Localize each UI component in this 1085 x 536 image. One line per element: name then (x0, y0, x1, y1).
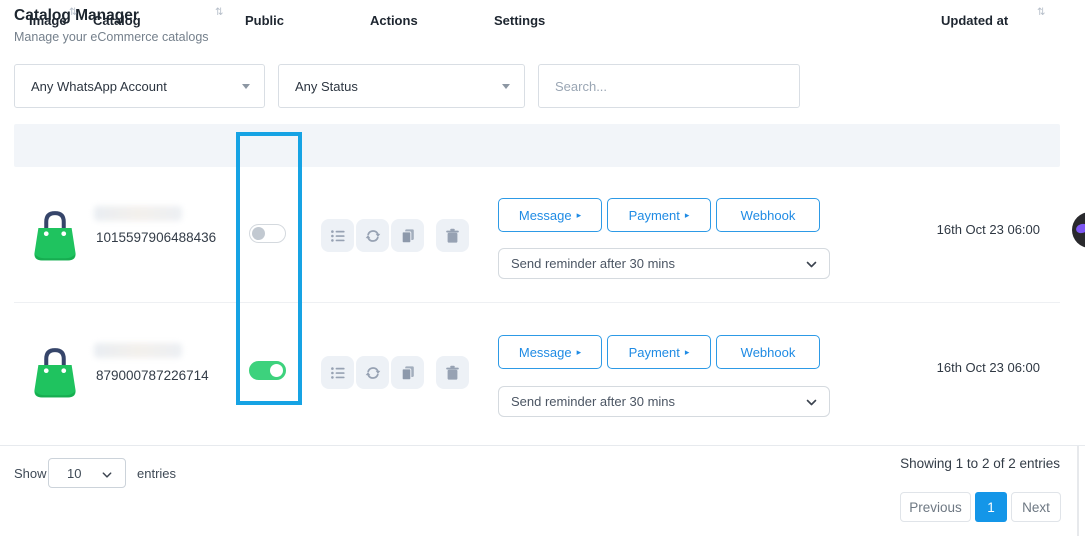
reminder-value: Send reminder after 30 mins (511, 394, 675, 409)
scrollbar-thumb[interactable] (1077, 446, 1079, 536)
chevron-down-icon (805, 396, 818, 409)
catalog-image-bag-icon (32, 344, 78, 400)
page-size-select[interactable]: 10 (48, 458, 126, 488)
status-value: Any Status (295, 79, 358, 94)
delete-button[interactable] (436, 356, 469, 389)
catalog-image-bag-icon (32, 207, 78, 263)
copy-icon (400, 228, 416, 244)
chevron-down-icon (805, 258, 818, 271)
table-header (14, 124, 1060, 167)
public-column-highlight (236, 132, 302, 405)
column-header-image[interactable]: Image (29, 13, 67, 28)
chevron-down-icon (101, 469, 113, 481)
row-divider (14, 302, 1060, 303)
page-size-value: 10 (67, 466, 81, 481)
caret-right-icon: ▸ (685, 211, 690, 220)
sort-icon[interactable]: ⇅ (69, 7, 77, 18)
button-label: Message (519, 208, 572, 223)
reminder-select[interactable]: Send reminder after 30 mins (498, 386, 830, 417)
column-header-actions: Actions (370, 13, 418, 28)
copy-icon (400, 365, 416, 381)
duplicate-button[interactable] (391, 219, 424, 252)
next-page-button[interactable]: Next (1011, 492, 1061, 522)
catalog-id: 1015597906488436 (96, 230, 216, 245)
whatsapp-account-value: Any WhatsApp Account (31, 79, 167, 94)
entries-label: entries (137, 466, 176, 481)
list-icon (330, 365, 346, 381)
table-bottom-divider (0, 445, 1085, 446)
caret-right-icon: ▸ (685, 348, 690, 357)
payment-settings-button[interactable]: Payment ▸ (607, 198, 711, 232)
catalog-name-redacted (94, 343, 182, 358)
caret-right-icon: ▸ (577, 211, 582, 220)
whatsapp-account-select[interactable]: Any WhatsApp Account (14, 64, 265, 108)
page-subtitle: Manage your eCommerce catalogs (14, 30, 209, 44)
reminder-value: Send reminder after 30 mins (511, 256, 675, 271)
catalog-items-button[interactable] (321, 219, 354, 252)
sync-icon (365, 228, 381, 244)
webhook-settings-button[interactable]: Webhook (716, 335, 820, 369)
previous-page-button[interactable]: Previous (900, 492, 971, 522)
delete-button[interactable] (436, 219, 469, 252)
webhook-settings-button[interactable]: Webhook (716, 198, 820, 232)
floating-widget-button[interactable] (1072, 212, 1085, 248)
catalog-name-redacted (94, 206, 182, 221)
widget-logo-icon (1075, 222, 1085, 234)
status-select[interactable]: Any Status (278, 64, 525, 108)
sync-button[interactable] (356, 356, 389, 389)
current-page-button[interactable]: 1 (975, 492, 1007, 522)
updated-at: 16th Oct 23 06:00 (937, 222, 1040, 237)
sort-icon[interactable]: ⇅ (215, 7, 223, 18)
catalog-manager-page: Catalog Manager Manage your eCommerce ca… (0, 0, 1085, 536)
caret-right-icon: ▸ (577, 348, 582, 357)
column-header-catalog[interactable]: Catalog (93, 13, 141, 28)
list-icon (330, 228, 346, 244)
column-header-updated-at[interactable]: Updated at (941, 13, 1008, 28)
catalog-id: 879000787226714 (96, 368, 209, 383)
column-header-settings: Settings (494, 13, 545, 28)
button-label: Webhook (741, 208, 796, 223)
button-label: Webhook (741, 345, 796, 360)
duplicate-button[interactable] (391, 356, 424, 389)
reminder-select[interactable]: Send reminder after 30 mins (498, 248, 830, 279)
button-label: Payment (629, 345, 680, 360)
trash-icon (445, 365, 460, 381)
message-settings-button[interactable]: Message ▸ (498, 335, 602, 369)
sort-icon[interactable]: ⇅ (1037, 7, 1045, 18)
sync-button[interactable] (356, 219, 389, 252)
column-header-public[interactable]: Public (245, 13, 284, 28)
updated-at: 16th Oct 23 06:00 (937, 360, 1040, 375)
search-input[interactable] (538, 64, 800, 108)
caret-down-icon (502, 84, 510, 89)
payment-settings-button[interactable]: Payment ▸ (607, 335, 711, 369)
caret-down-icon (242, 84, 250, 89)
show-label: Show (14, 466, 47, 481)
button-label: Payment (629, 208, 680, 223)
catalog-items-button[interactable] (321, 356, 354, 389)
trash-icon (445, 228, 460, 244)
message-settings-button[interactable]: Message ▸ (498, 198, 602, 232)
sync-icon (365, 365, 381, 381)
entries-summary: Showing 1 to 2 of 2 entries (900, 456, 1060, 471)
button-label: Message (519, 345, 572, 360)
